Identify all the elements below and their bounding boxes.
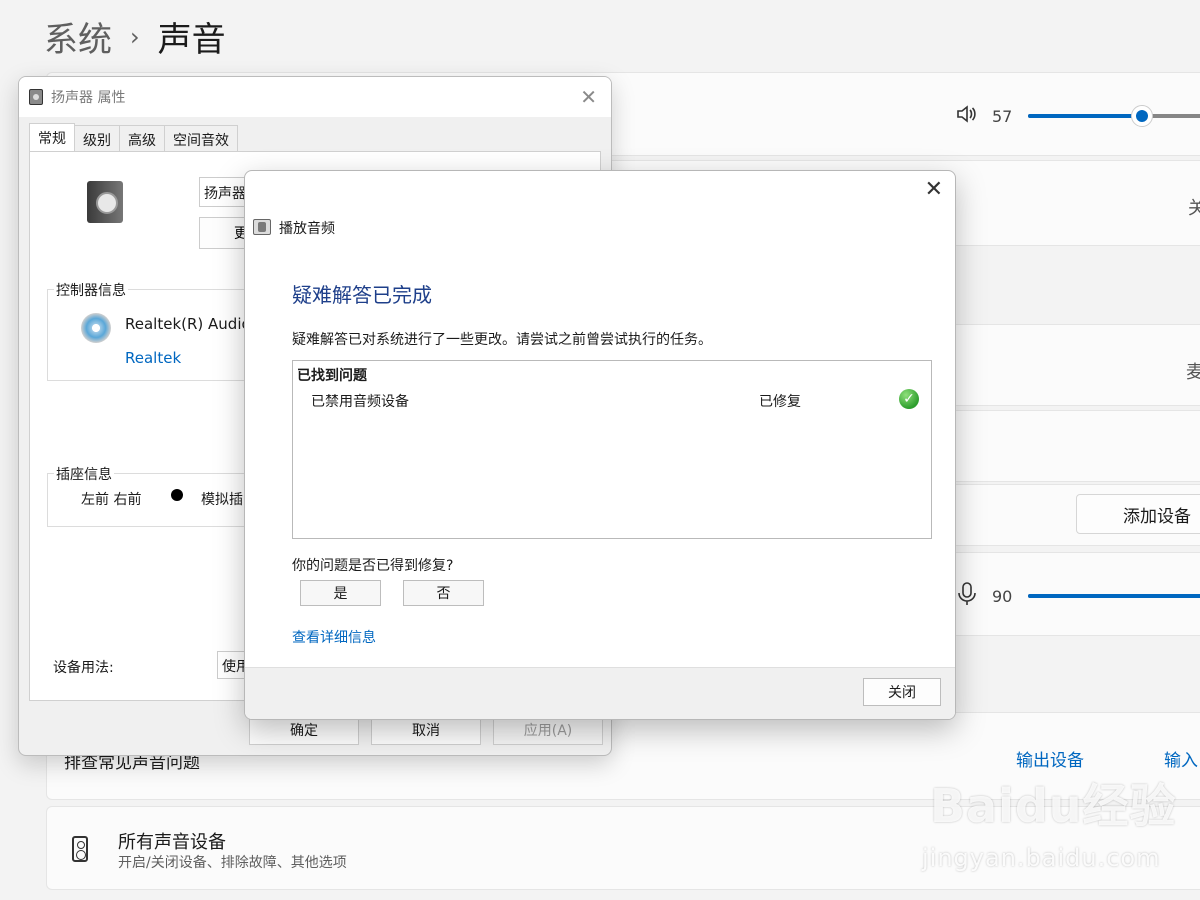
breadcrumb: 系统 › 声音 (44, 12, 226, 61)
breadcrumb-system[interactable]: 系统 (44, 12, 112, 61)
close-button[interactable]: 关闭 (863, 678, 941, 706)
input-volume-fill (1028, 594, 1200, 598)
jack-position: 左前 右前 (81, 492, 142, 508)
jack-color-dot-icon (171, 489, 183, 501)
watermark-logo: Baidu经验 (930, 779, 1177, 833)
all-devices-title: 所有声音设备 (118, 832, 226, 853)
output-volume-value: 57 (992, 106, 1013, 126)
input-volume-row: 90 (956, 582, 1200, 610)
troubleshooter-app-name: 播放音频 (279, 221, 335, 237)
all-devices-subtitle: 开启/关闭设备、排除故障、其他选项 (118, 855, 347, 871)
properties-close-icon[interactable]: ✕ (580, 85, 597, 109)
speaker-title-icon (29, 89, 43, 105)
properties-title: 扬声器 属性 (51, 90, 126, 106)
troubleshoot-input-link[interactable]: 输入 (1164, 746, 1198, 771)
output-toggle-label: 关 (1188, 198, 1200, 219)
device-usage-label: 设备用法: (53, 660, 114, 676)
jack-info-label: 插座信息 (54, 464, 114, 484)
controller-name: Realtek(R) Audio (125, 315, 251, 333)
problems-found-header: 已找到问题 (297, 368, 367, 384)
view-details-link[interactable]: 查看详细信息 (292, 627, 376, 647)
input-volume-value: 90 (992, 586, 1013, 606)
check-icon: ✓ (899, 389, 919, 409)
troubleshoot-output-link[interactable]: 输出设备 (1016, 746, 1084, 771)
output-volume-fill (1028, 114, 1142, 118)
troubleshooter-close-icon[interactable]: ✕ (925, 177, 943, 202)
input-volume-slider[interactable] (1028, 594, 1200, 598)
page-title: 声音 (157, 20, 226, 60)
issue-status: 已修复 (759, 394, 801, 410)
fixed-question: 你的问题是否已得到修复? (292, 558, 454, 574)
speaker-device-large-icon (87, 181, 123, 223)
speaker-device-icon (72, 836, 88, 862)
troubleshooter-description: 疑难解答已对系统进行了一些更改。请尝试之前曾尝试执行的任务。 (292, 332, 712, 348)
properties-titlebar[interactable]: 扬声器 属性 ✕ (19, 77, 611, 117)
watermark-url: jingyan.baidu.com (922, 844, 1161, 872)
output-volume-thumb[interactable] (1131, 105, 1153, 127)
cd-audio-icon (81, 313, 111, 343)
input-device-label: 麦 (1186, 362, 1200, 383)
controller-vendor-link[interactable]: Realtek (125, 349, 181, 367)
audio-troubleshooter-icon (253, 219, 271, 235)
troubleshooter-heading: 疑难解答已完成 (292, 283, 432, 307)
troubleshooter-dialog: ✕ 播放音频 疑难解答已完成 疑难解答已对系统进行了一些更改。请尝试之前曾尝试执… (244, 170, 956, 720)
troubleshooter-footer: 关闭 (245, 667, 955, 719)
speaker-volume-icon[interactable] (956, 104, 978, 128)
breadcrumb-separator: › (130, 22, 140, 51)
microphone-icon[interactable] (956, 582, 978, 610)
output-volume-row: 57 (956, 104, 1200, 128)
output-volume-slider[interactable] (1028, 105, 1200, 127)
issue-name: 已禁用音频设备 (311, 394, 409, 410)
yes-button[interactable]: 是 (300, 580, 381, 606)
add-device-button[interactable]: 添加设备 (1076, 494, 1200, 534)
problems-found-list: 已找到问题 已禁用音频设备 已修复 ✓ (292, 360, 932, 539)
no-button[interactable]: 否 (403, 580, 484, 606)
controller-info-label: 控制器信息 (54, 280, 128, 300)
